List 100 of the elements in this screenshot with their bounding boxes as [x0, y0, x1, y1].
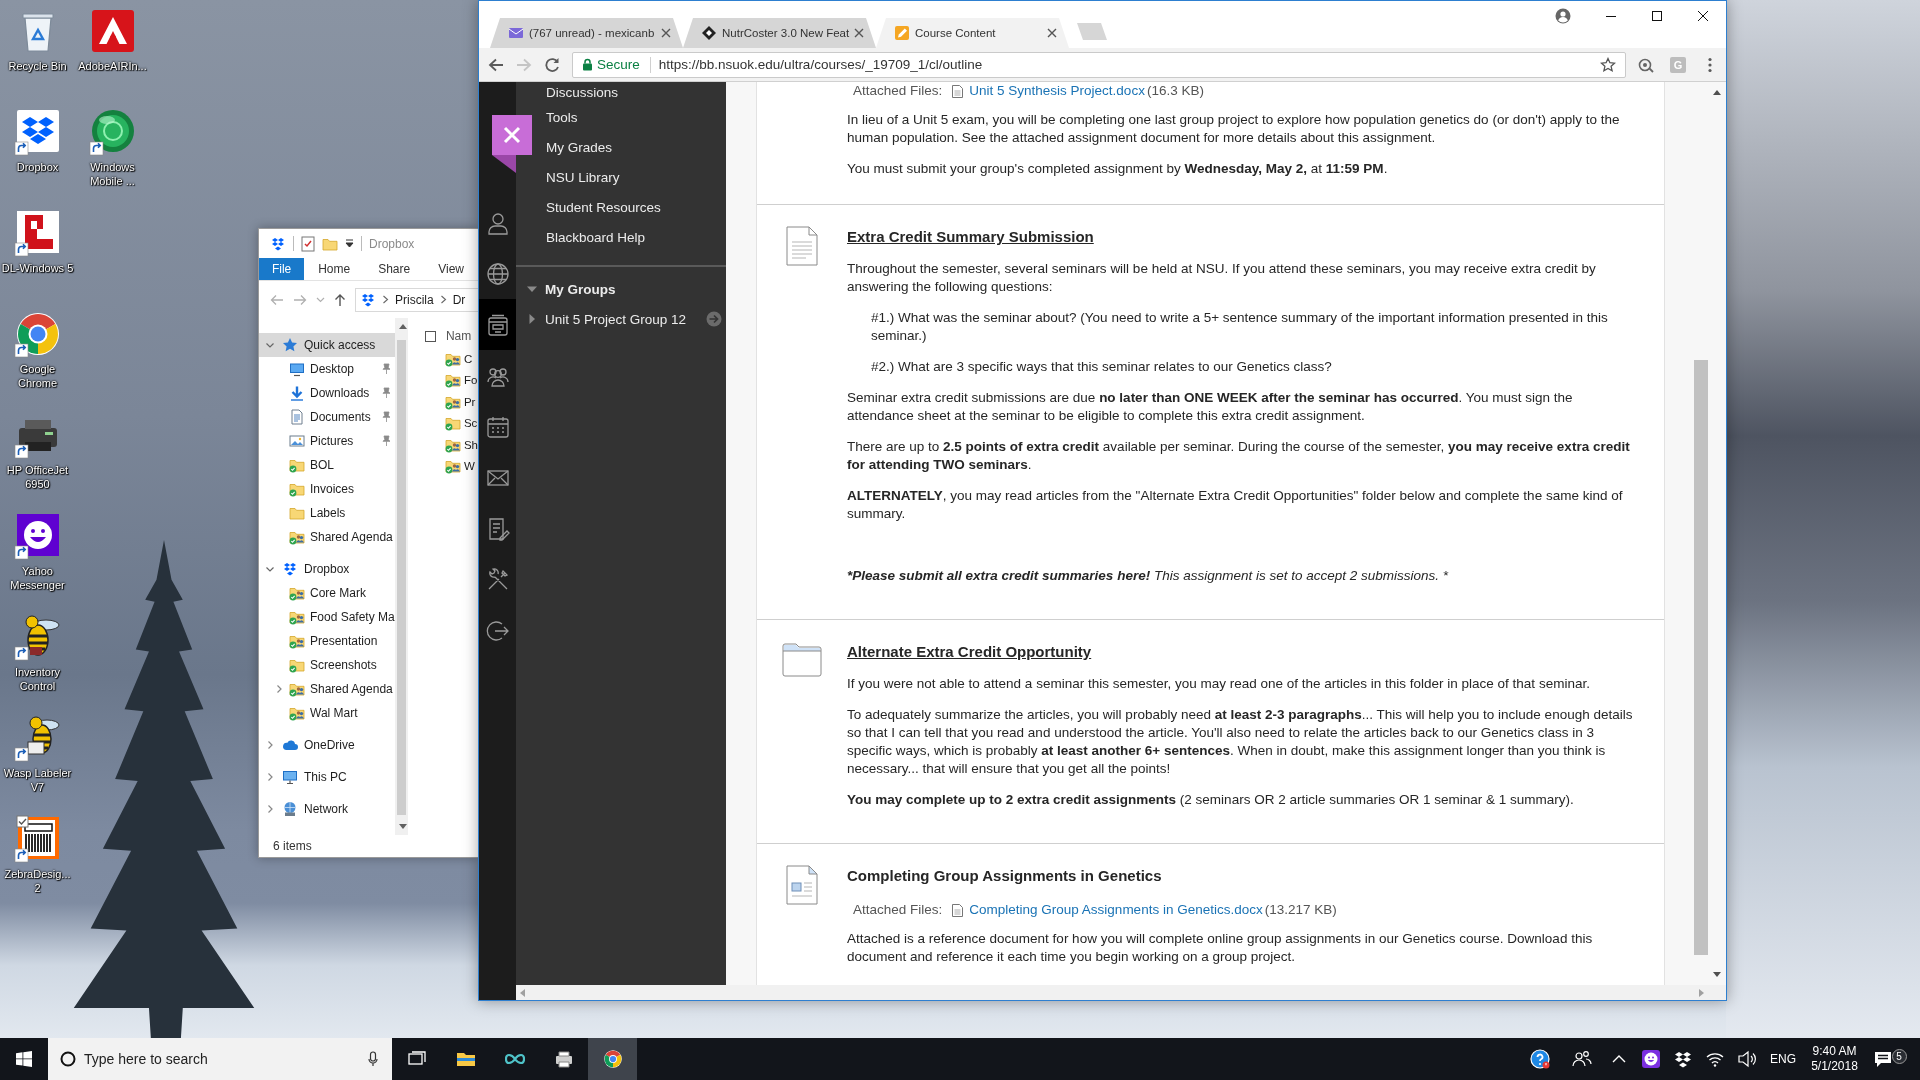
pin-icon[interactable]: [379, 435, 392, 447]
menu-item[interactable]: Discussions: [538, 82, 726, 102]
address-field[interactable]: Priscila Dr: [355, 287, 478, 312]
close-icon[interactable]: [1698, 11, 1708, 21]
reload-icon[interactable]: [544, 57, 560, 72]
taskbar-button[interactable]: [588, 1038, 637, 1080]
nav-item[interactable]: Downloads: [259, 381, 395, 405]
microphone-icon: [368, 1051, 378, 1067]
nav-item[interactable]: This PC: [259, 765, 395, 789]
chevron-right-icon: [382, 295, 389, 304]
diamond-icon: [701, 25, 717, 41]
scroll-down-icon[interactable]: [398, 824, 407, 829]
checklist-icon[interactable]: [301, 235, 315, 252]
item-title-link[interactable]: Alternate Extra Credit Opportunity: [847, 641, 1092, 663]
action-center-button[interactable]: 5: [1866, 1048, 1914, 1070]
file-row[interactable]: Fo: [407, 369, 478, 391]
nav-item[interactable]: Quick access: [259, 333, 395, 357]
people-icon[interactable]: [1572, 1049, 1592, 1069]
language-indicator[interactable]: ENG: [1763, 1052, 1803, 1066]
desktop-shortcut[interactable]: HP OfficeJet 6950: [0, 404, 75, 505]
column-header[interactable]: Nam: [445, 329, 472, 343]
pin-icon[interactable]: [379, 387, 392, 399]
menu-item[interactable]: My Grades: [538, 132, 726, 162]
browser-tab[interactable]: Course Content: [876, 18, 1069, 48]
star-icon[interactable]: [1600, 56, 1616, 73]
ribbon-tab[interactable]: File: [259, 258, 305, 280]
nav-item[interactable]: Food Safety Ma: [259, 605, 395, 629]
breadcrumb-item[interactable]: Dr: [452, 292, 466, 307]
nav-item[interactable]: OneDrive: [259, 733, 395, 757]
menu-item[interactable]: Student Resources: [538, 192, 726, 222]
nav-item[interactable]: Pictures: [259, 429, 395, 453]
nav-item[interactable]: BOL: [259, 453, 395, 477]
magnifier-icon[interactable]: [1638, 56, 1654, 73]
body-text: You must submit your group's completed assignment by Wednesday, May 2, at 11:59 PM.: [847, 160, 1389, 178]
calendar-icon: [485, 414, 510, 439]
card-stack-icon: [485, 312, 510, 337]
up-arrow-icon[interactable]: [334, 292, 346, 307]
menu-item[interactable]: NSU Library: [538, 162, 726, 192]
globe-icon: [485, 261, 510, 286]
help-icon[interactable]: [1530, 1049, 1550, 1069]
file-row[interactable]: Sh: [407, 434, 478, 456]
close-icon[interactable]: [492, 115, 532, 173]
browser-tab[interactable]: NutrCoster 3.0 New Feat: [683, 18, 876, 48]
dropdown-icon[interactable]: [345, 239, 354, 248]
ribbon-tab[interactable]: Home: [304, 258, 365, 280]
nav-item[interactable]: Screenshots: [259, 653, 395, 677]
body-text: There are up to 2.5 points of extra credit available per seminar. During the course of the semester, you may receive extra credit for attending TWO seminars.: [847, 438, 1631, 474]
nav-item[interactable]: Network: [259, 797, 395, 821]
ribbon-tab[interactable]: View: [424, 258, 478, 280]
arrow-circle-icon[interactable]: [706, 311, 722, 327]
nav-item[interactable]: Shared Agenda: [259, 525, 395, 549]
desktop-shortcut[interactable]: Yahoo Messenger: [0, 505, 75, 606]
scroll-up-icon[interactable]: [1713, 90, 1721, 95]
browser-tab[interactable]: (767 unread) - mexicanb: [490, 18, 683, 48]
ribbon-tab[interactable]: Share: [364, 258, 425, 280]
scroll-up-icon[interactable]: [398, 324, 407, 329]
close-icon[interactable]: [1047, 28, 1057, 38]
nav-item[interactable]: Dropbox: [259, 557, 395, 581]
body-text: ALTERNATELY, you may read articles from the "Alternate Extra Credit Opportunities" folder below and complete the same kind of summary.: [847, 487, 1624, 523]
dropbox-icon[interactable]: [1673, 1049, 1693, 1069]
menu-item[interactable]: Tools: [538, 102, 726, 132]
search-field[interactable]: Type here to search: [48, 1038, 392, 1080]
back-icon[interactable]: [488, 57, 504, 72]
checkbox-icon[interactable]: [424, 330, 436, 342]
nav-item[interactable]: Presentation: [259, 629, 395, 653]
file-row[interactable]: C: [407, 348, 478, 370]
maximize-icon[interactable]: [1652, 11, 1662, 21]
security-chip[interactable]: Secure: [582, 56, 651, 73]
file-row[interactable]: Sc: [407, 412, 478, 434]
smiley-icon[interactable]: [1641, 1049, 1661, 1069]
nav-item[interactable]: Shared Agenda: [259, 677, 395, 701]
clock[interactable]: 9:40 AM 5/1/2018: [1803, 1044, 1866, 1074]
nav-item[interactable]: Wal Mart: [259, 701, 395, 725]
desktop-shortcut[interactable]: Wasp Labeler V7: [0, 707, 75, 808]
nav-item[interactable]: Documents: [259, 405, 395, 429]
group-header[interactable]: My Groups: [516, 274, 726, 304]
address-bar[interactable]: Secure https://bb.nsuok.edu/ultra/courses/_19709_1/cl/outline: [572, 51, 1626, 78]
group-item[interactable]: Unit 5 Project Group 12: [516, 304, 726, 334]
file-link[interactable]: Completing Group Assignments in Genetics.docx: [969, 901, 1263, 919]
menu-item[interactable]: Blackboard Help: [538, 222, 726, 252]
desktop-shortcut[interactable]: Inventory Control: [0, 606, 75, 707]
speaker-icon[interactable]: [1737, 1049, 1757, 1069]
menu-icon[interactable]: [1708, 56, 1712, 73]
nav-item[interactable]: Labels: [259, 501, 395, 525]
file-row[interactable]: W: [407, 455, 478, 477]
scroll-down-icon[interactable]: [1713, 972, 1721, 977]
file-row[interactable]: Pr: [407, 391, 478, 413]
breadcrumb-item[interactable]: Priscila: [395, 292, 434, 307]
pin-icon[interactable]: [379, 363, 392, 375]
vertical-scrollbar[interactable]: [394, 318, 408, 835]
file-link[interactable]: Unit 5 Synthesis Project.docx: [969, 82, 1145, 100]
dropbox-icon: [360, 291, 376, 308]
nav-item[interactable]: Invoices: [259, 477, 395, 501]
file-size: (16.3 KB): [1146, 82, 1204, 100]
dropbox-icon: [270, 235, 286, 252]
pin-icon[interactable]: [379, 411, 392, 423]
item-title-link[interactable]: Extra Credit Summary Submission: [847, 226, 1094, 248]
nav-item[interactable]: Desktop: [259, 357, 395, 381]
account-icon[interactable]: [1555, 8, 1571, 24]
nav-item[interactable]: Core Mark: [259, 581, 395, 605]
